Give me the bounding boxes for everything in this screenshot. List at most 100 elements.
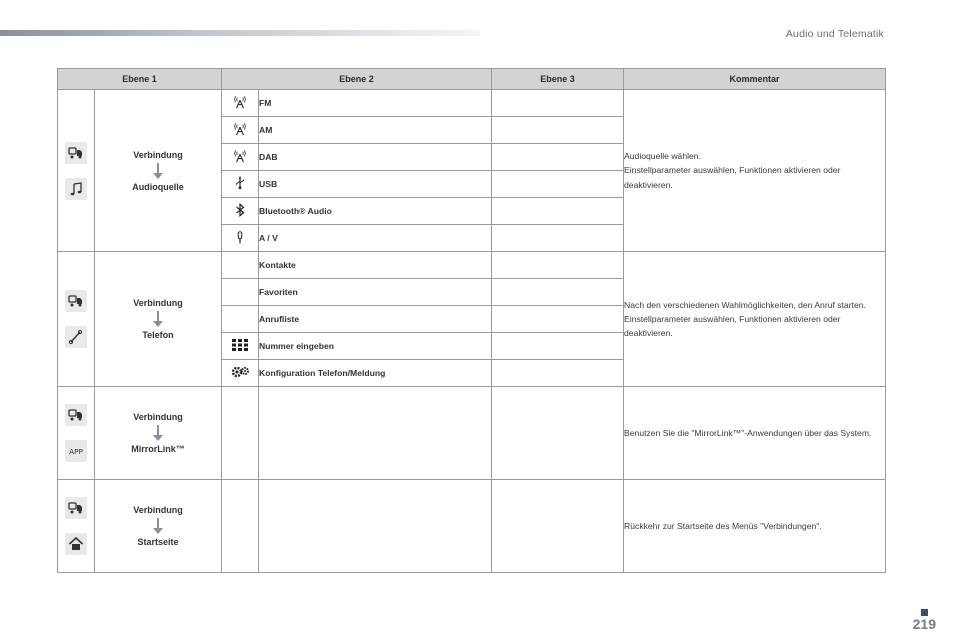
level2-label[interactable]: Bluetooth® Audio	[258, 197, 493, 225]
level2-icon-cell	[221, 89, 260, 117]
comment-line: Einstellparameter auswählen, Funktionen …	[624, 313, 841, 339]
level2-label	[258, 479, 493, 573]
level1-label-top: Verbindung	[133, 412, 183, 422]
level2-label[interactable]: FM	[258, 89, 493, 117]
comment-cell: Rückkehr zur Startseite des Menüs "Verbi…	[623, 479, 887, 573]
level3-cell	[491, 386, 625, 480]
comment-cell: Audioquelle wählen. Einstellparameter aus…	[623, 89, 887, 252]
table-header-row: Ebene 1 Ebene 2 Ebene 3 Kommentar	[56, 68, 887, 90]
level2-icon-cell	[221, 116, 260, 144]
level1-cell: Verbindung MirrorLink™	[93, 386, 223, 480]
level1-label-bottom: Startseite	[137, 537, 179, 547]
arrow-down-icon	[153, 425, 163, 441]
phone-handset-icon	[65, 326, 87, 348]
menu-table: Ebene 1 Ebene 2 Ebene 3 Kommentar Verbin…	[56, 68, 887, 573]
comment-line: Nach den verschiedenen Wahlmöglichkeiten…	[624, 299, 866, 310]
level2-label[interactable]: DAB	[258, 143, 493, 171]
music-note-icon	[65, 177, 87, 200]
level2-label[interactable]: Konfiguration Telefon/Meldung	[258, 359, 493, 387]
level3-cell	[491, 197, 625, 225]
level3-cell	[491, 332, 625, 360]
page-marker	[921, 609, 928, 616]
level2-label[interactable]: Nummer eingeben	[258, 332, 493, 360]
table-row: Verbindung Startseite Rückkehr zur Startse…	[57, 479, 887, 573]
level2-icon-cell	[221, 359, 260, 387]
connections-icon	[65, 290, 87, 312]
settings-gears-icon	[230, 366, 250, 381]
comment-line: Einstellparameter auswählen, Funktionen …	[624, 165, 841, 190]
page-number: 219	[912, 616, 936, 632]
level1-icons-cell: APP	[57, 386, 95, 480]
header-ebene-1: Ebene 1	[56, 68, 223, 90]
level1-cell: Verbindung Telefon	[93, 251, 223, 387]
level2-icon-cell	[221, 224, 260, 252]
table-row: Verbindung Audioquelle FM Audioquelle wähle…	[57, 89, 887, 252]
level1-cell: Verbindung Startseite	[93, 479, 223, 573]
level3-cell	[491, 170, 625, 198]
arrow-down-icon	[153, 162, 163, 179]
level2-icon-cell	[221, 332, 260, 360]
comment-cell: Nach den verschiedenen Wahlmöglichkeiten…	[623, 251, 887, 387]
level3-cell	[491, 89, 625, 117]
home-icon	[65, 533, 87, 555]
aux-jack-icon	[233, 231, 247, 246]
level1-label-bottom: Telefon	[142, 330, 174, 340]
level1-icons-cell	[57, 89, 95, 252]
arrow-down-icon	[153, 311, 163, 327]
level2-label[interactable]: Kontakte	[258, 251, 493, 279]
level1-icons-cell	[57, 479, 95, 573]
level2-icon-cell	[221, 386, 260, 480]
level3-cell	[491, 224, 625, 252]
level2-icon-cell	[221, 479, 260, 573]
level1-icons-cell	[57, 251, 95, 387]
comment-line: Rückkehr zur Startseite des Menüs "Verbi…	[624, 520, 822, 531]
bluetooth-icon	[233, 202, 247, 219]
usb-icon	[233, 176, 247, 192]
level2-icon-cell	[221, 278, 260, 306]
level3-cell	[491, 479, 625, 573]
level2-icon-cell	[221, 251, 260, 279]
level1-label-top: Verbindung	[133, 149, 183, 160]
level1-label-top: Verbindung	[133, 298, 183, 308]
connections-icon	[65, 497, 87, 519]
level3-cell	[491, 359, 625, 387]
radio-antenna-icon	[233, 150, 247, 165]
level2-label[interactable]: A / V	[258, 224, 493, 252]
arrow-down-icon	[153, 518, 163, 534]
app-icon: APP	[65, 440, 87, 462]
table-row: APP Verbindung MirrorLink™ Benutzen Sie die…	[57, 386, 887, 480]
level2-label	[258, 386, 493, 480]
comment-cell: Benutzen Sie die "MirrorLink™"-Anwendung…	[623, 386, 887, 480]
level1-label-bottom: MirrorLink™	[131, 444, 185, 454]
level1-label-bottom: Audioquelle	[132, 181, 184, 192]
level2-icon-cell	[221, 197, 260, 225]
connections-icon	[65, 404, 87, 426]
level2-icon-cell	[221, 143, 260, 171]
comment-line: Benutzen Sie die "MirrorLink™"-Anwendung…	[624, 427, 872, 438]
comment-line: Audioquelle wählen.	[624, 151, 701, 162]
radio-antenna-icon	[233, 123, 247, 138]
level1-cell: Verbindung Audioquelle	[93, 89, 223, 252]
level2-label[interactable]: Anrufliste	[258, 305, 493, 333]
keypad-icon	[231, 339, 249, 354]
table-row: Verbindung Telefon Kontakte Nach den versch…	[57, 251, 887, 387]
header-ebene-3: Ebene 3	[491, 68, 625, 90]
level1-label-top: Verbindung	[133, 505, 183, 515]
section-title: Audio und Telematik	[785, 28, 884, 40]
svg-text:APP: APP	[69, 447, 83, 456]
level3-cell	[491, 278, 625, 306]
level2-icon-cell	[221, 305, 260, 333]
header-kommentar: Kommentar	[623, 68, 887, 90]
level2-label[interactable]: USB	[258, 170, 493, 198]
level3-cell	[491, 305, 625, 333]
level3-cell	[491, 116, 625, 144]
header-gradient-bar	[0, 30, 480, 36]
level3-cell	[491, 251, 625, 279]
level2-label[interactable]: Favoriten	[258, 278, 493, 306]
level3-cell	[491, 143, 625, 171]
radio-antenna-icon	[233, 96, 247, 111]
header-ebene-2: Ebene 2	[221, 68, 493, 90]
level2-icon-cell	[221, 170, 260, 198]
connections-icon	[65, 141, 87, 164]
level2-label[interactable]: AM	[258, 116, 493, 144]
